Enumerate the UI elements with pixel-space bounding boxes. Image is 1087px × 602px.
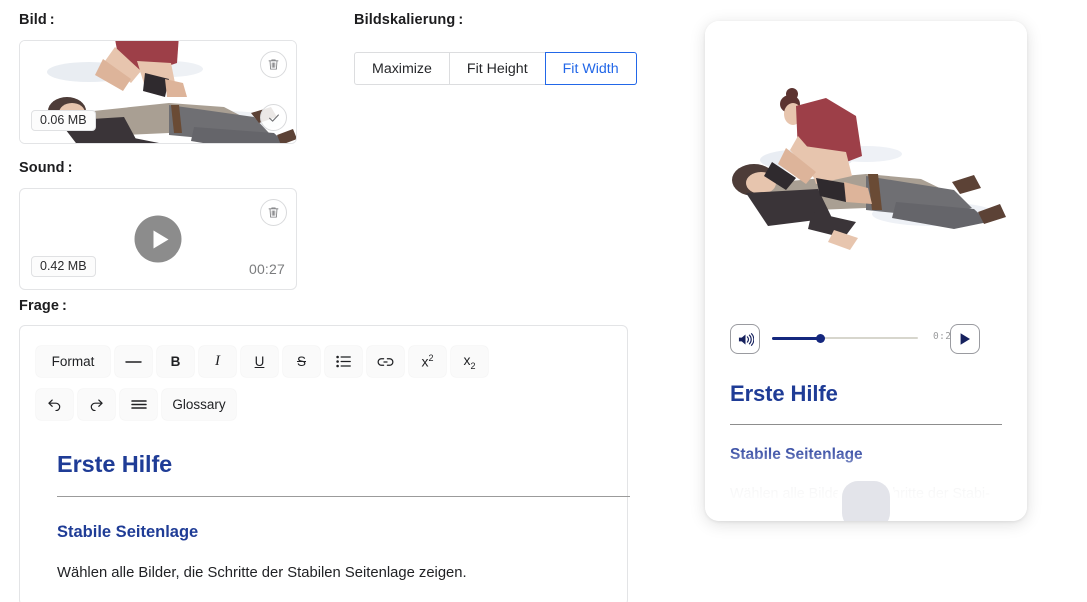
editor-toolbar: Format B I U S x2 x2 Glossary [36, 346, 613, 420]
italic-button-label: I [215, 353, 220, 369]
horizontal-rule-icon [125, 360, 142, 363]
delete-image-button[interactable] [260, 51, 287, 78]
sound-label-text: Sound [19, 160, 65, 176]
preview-volume-button[interactable] [730, 324, 760, 354]
align-icon [130, 400, 147, 409]
italic-button[interactable]: I [199, 346, 236, 377]
editor-title: Erste Hilfe [57, 451, 173, 477]
image-label-text: Bild [19, 12, 47, 28]
check-icon [268, 113, 279, 122]
question-label-colon: : [62, 298, 67, 314]
redo-button[interactable] [78, 389, 115, 420]
subscript-label: x2 [463, 352, 476, 371]
undo-button[interactable] [36, 389, 73, 420]
scaling-option-fit-width[interactable]: Fit Width [544, 52, 637, 85]
preview-play-button[interactable] [950, 324, 980, 354]
format-button[interactable]: Format [36, 346, 110, 377]
redo-icon [90, 399, 103, 411]
image-scaling-segmented-control: Maximize Fit Height Fit Width [354, 52, 637, 85]
image-field-label: Bild: [19, 12, 55, 28]
preview-divider [730, 424, 1002, 425]
app-root: Bild: 0.06 MB Sound: 0.42 MB 00:27 Frag… [0, 0, 1087, 602]
delete-sound-button[interactable] [260, 199, 287, 226]
volume-icon [738, 332, 754, 346]
image-scaling-label-text: Bildskalierung [354, 12, 456, 28]
image-scaling-label: Bildskalierung: [354, 12, 637, 28]
editor-content[interactable]: Erste Hilfe Stabile Seitenlage Wählen al… [57, 451, 630, 583]
horizontal-rule-button[interactable] [115, 346, 152, 377]
sound-duration: 00:27 [248, 261, 285, 277]
align-button[interactable] [120, 389, 157, 420]
trash-icon [268, 59, 279, 70]
preview-image [705, 21, 1027, 301]
image-scaling-block: Bildskalierung: Maximize Fit Height Fit … [354, 12, 637, 85]
superscript-button[interactable]: x2 [409, 346, 446, 377]
preview-title: Erste Hilfe [730, 381, 838, 406]
sound-play-button[interactable] [134, 215, 182, 263]
glossary-button-label: Glossary [172, 397, 226, 412]
strikethrough-button-label: S [296, 354, 306, 369]
preview-drag-handle[interactable] [842, 481, 890, 521]
sound-size-badge: 0.42 MB [31, 255, 96, 277]
preview-audio-player: 0:27 [705, 313, 1027, 365]
image-thumbnail-card[interactable]: 0.06 MB [19, 40, 297, 144]
bold-button-label: B [170, 354, 181, 369]
play-icon [960, 333, 970, 345]
scaling-option-fit-height[interactable]: Fit Height [448, 52, 546, 85]
glossary-button[interactable]: Glossary [162, 389, 236, 420]
mobile-preview-panel: 0:27 Erste Hilfe Stabile Seitenlage Wähl… [705, 21, 1027, 521]
undo-icon [48, 399, 61, 411]
slider-fill [772, 336, 820, 340]
bullet-list-icon [336, 355, 351, 368]
underline-button-label: U [254, 354, 265, 369]
scaling-option-maximize[interactable]: Maximize [354, 52, 450, 85]
preview-audio-progress-slider[interactable] [772, 333, 918, 343]
link-button[interactable] [367, 346, 404, 377]
bold-button[interactable]: B [157, 346, 194, 377]
image-size-badge: 0.06 MB [31, 109, 96, 131]
question-field-label: Frage: [19, 298, 67, 314]
link-icon [377, 357, 394, 366]
underline-button[interactable]: U [241, 346, 278, 377]
slider-thumb[interactable] [816, 333, 825, 343]
editor-subtitle: Stabile Seitenlage [57, 523, 199, 541]
editor-divider [57, 496, 630, 497]
strikethrough-button[interactable]: S [283, 346, 320, 377]
image-label-colon: : [49, 12, 55, 28]
bullet-list-button[interactable] [325, 346, 362, 377]
trash-icon [268, 207, 279, 218]
format-button-label: Format [51, 354, 95, 369]
sound-label-colon: : [67, 160, 73, 176]
question-label-text: Frage [19, 298, 59, 314]
rich-text-editor[interactable]: Format B I U S x2 x2 Glossary Erste Hilf… [19, 325, 630, 602]
image-scaling-label-colon: : [458, 12, 464, 28]
preview-subtitle: Stabile Seitenlage [730, 446, 863, 463]
sound-card[interactable]: 0.42 MB 00:27 [19, 188, 297, 290]
subscript-button[interactable]: x2 [451, 346, 488, 377]
sound-field-label: Sound: [19, 160, 73, 176]
confirm-image-button[interactable] [260, 104, 287, 131]
superscript-label: x2 [421, 353, 434, 370]
editor-body-text: Wählen alle Bilder, die Schritte der Sta… [57, 565, 467, 581]
